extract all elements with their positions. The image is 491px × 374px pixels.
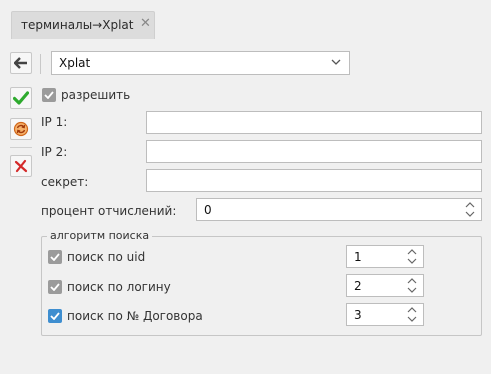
search-by-login-order-value: 2 <box>354 279 362 293</box>
spinner-arrows-icon[interactable] <box>407 249 417 264</box>
toolbar-separator <box>10 147 32 148</box>
search-by-login-checkbox[interactable] <box>48 280 62 294</box>
spinner-arrows-icon[interactable] <box>465 202 475 217</box>
spinner-arrows-icon[interactable] <box>407 278 417 293</box>
search-by-contract-order-value: 3 <box>354 308 362 322</box>
check-icon <box>50 283 60 291</box>
ip1-label: IP 1: <box>41 115 68 129</box>
chevron-down-icon <box>331 59 341 65</box>
refresh-icon <box>13 121 29 137</box>
terminal-select[interactable]: Xplat <box>51 51 350 75</box>
search-by-contract-checkbox[interactable] <box>48 309 62 323</box>
arrow-left-icon <box>14 57 27 69</box>
ip1-input[interactable] <box>146 111 482 134</box>
tab-title: терминалы→Xplat <box>21 18 134 32</box>
search-by-uid-checkbox[interactable] <box>48 250 62 264</box>
toolbar-divider <box>40 54 41 74</box>
ip2-input[interactable] <box>146 140 482 163</box>
search-by-contract-order[interactable]: 3 <box>346 303 424 326</box>
check-icon <box>50 253 60 261</box>
search-by-uid-order[interactable]: 1 <box>346 245 424 268</box>
save-button[interactable] <box>10 87 32 109</box>
allow-checkbox[interactable] <box>42 88 56 102</box>
search-by-uid-order-value: 1 <box>354 250 362 264</box>
back-button[interactable] <box>10 52 32 74</box>
search-by-login-order[interactable]: 2 <box>346 274 424 297</box>
tab-bar: терминалы→Xplat ✕ <box>0 0 491 40</box>
search-by-login-label: поиск по логину <box>67 280 171 294</box>
close-icon[interactable]: ✕ <box>140 16 151 31</box>
deduction-percent-spinner[interactable]: 0 <box>196 198 482 221</box>
secret-label: секрет: <box>41 175 89 189</box>
check-icon <box>44 91 54 99</box>
ip2-label: IP 2: <box>41 145 68 159</box>
deduction-percent-label: процент отчислений: <box>41 204 177 218</box>
tab-terminals-xplat[interactable]: терминалы→Xplat ✕ <box>11 11 155 39</box>
terminal-select-value: Xplat <box>59 56 91 70</box>
checkmark-icon <box>13 91 29 105</box>
refresh-button[interactable] <box>10 118 32 140</box>
cancel-button[interactable] <box>10 155 32 177</box>
allow-label: разрешить <box>61 88 131 102</box>
search-algorithm-title: алгоритм поиска <box>47 229 153 242</box>
deduction-percent-value: 0 <box>204 203 212 217</box>
check-icon <box>50 312 60 320</box>
search-by-uid-label: поиск по uid <box>67 250 146 264</box>
cancel-x-icon <box>14 159 28 173</box>
search-by-contract-label: поиск по № Договора <box>67 309 203 323</box>
spinner-arrows-icon[interactable] <box>407 307 417 322</box>
secret-input[interactable] <box>146 169 482 192</box>
